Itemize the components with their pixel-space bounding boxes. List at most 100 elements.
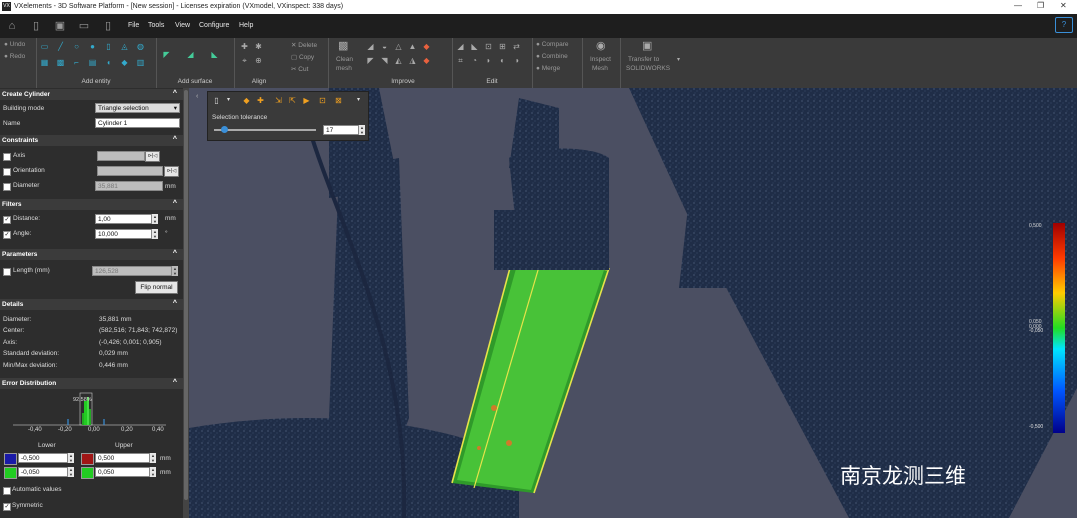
open-icon[interactable]: ▭ — [76, 18, 92, 34]
new-file-icon[interactable]: ▯ — [28, 18, 44, 34]
decimate-icon[interactable]: △ — [394, 42, 403, 51]
undo-button[interactable]: ● Undo — [4, 41, 25, 48]
upper-limit-spinner[interactable]: ▲ ▼ — [150, 453, 156, 463]
collapse-icon[interactable]: ^ — [173, 379, 177, 386]
inspect-mesh-icon[interactable]: ◉ — [596, 41, 606, 52]
polyline-icon[interactable]: ⌐ — [72, 58, 81, 67]
toolbar-dropdown-icon[interactable]: ▾ — [354, 96, 363, 105]
menu-view[interactable]: View — [175, 22, 190, 29]
transfer-dropdown-icon[interactable]: ▾ — [674, 56, 683, 65]
angle-spinner[interactable]: ▲ ▼ — [152, 229, 158, 239]
flip-icon[interactable]: ◮ — [408, 56, 417, 65]
edit-cut-icon[interactable]: ◣ — [470, 42, 479, 51]
upper-color-swatch[interactable] — [81, 453, 94, 465]
collapse-icon[interactable]: ^ — [173, 90, 177, 97]
upper-tolerance-spinner[interactable]: ▲ ▼ — [150, 467, 156, 477]
collapse-icon[interactable]: ^ — [173, 300, 177, 307]
line-icon[interactable]: ╱ — [56, 42, 65, 51]
surface-point-icon[interactable]: ▥ — [136, 58, 145, 67]
compare-button[interactable]: ● Compare — [536, 41, 568, 48]
tolerance-field[interactable]: 17 — [323, 125, 359, 135]
flip-normal-button[interactable]: Flip normal — [135, 281, 178, 294]
redo-button[interactable]: ● Redo — [4, 53, 25, 60]
align-entities-icon[interactable]: ✱ — [254, 42, 263, 51]
surface-patch-icon[interactable]: ◢ — [186, 50, 195, 59]
save-icon[interactable]: ▣ — [52, 18, 68, 34]
edit-thicken-icon[interactable]: ◐ — [498, 56, 507, 65]
remesh-icon[interactable]: ▲ — [408, 42, 417, 51]
cone-icon[interactable]: ◬ — [120, 42, 129, 51]
dot-icon[interactable]: ● — [88, 42, 97, 51]
grid-icon[interactable]: ▩ — [56, 58, 65, 67]
tolerance-spinner[interactable]: ▲ ▼ — [359, 125, 365, 135]
filters-header[interactable]: Filters ^ — [0, 199, 183, 210]
sphere-icon[interactable]: ◍ — [136, 42, 145, 51]
lower-tolerance-swatch[interactable] — [4, 467, 17, 479]
menu-configure[interactable]: Configure — [199, 22, 229, 29]
edit-fillet-icon[interactable]: ◗ — [484, 56, 493, 65]
edit-split-icon[interactable]: ◔ — [470, 56, 479, 65]
chat-icon[interactable]: ? — [1055, 17, 1073, 33]
constraints-header[interactable]: Constraints ^ — [0, 135, 183, 146]
align-manual-icon[interactable]: ⊕ — [254, 56, 263, 65]
upper-tolerance-swatch[interactable] — [81, 467, 94, 479]
boundary-icon[interactable]: ◆ — [422, 56, 431, 65]
surface-extrude-icon[interactable]: ◣ — [210, 50, 219, 59]
surface-fit-icon[interactable]: ◤ — [162, 50, 171, 59]
orientation-pick-button[interactable]: ⊳|◁ — [164, 166, 179, 177]
clear-selection-icon[interactable]: ⊠ — [334, 96, 343, 105]
merge-button[interactable]: ● Merge — [536, 65, 560, 72]
edit-transform-icon[interactable]: ⇄ — [512, 42, 521, 51]
orientation-field[interactable] — [97, 166, 163, 176]
select-surface-icon[interactable]: ◆ — [242, 96, 251, 105]
details-header[interactable]: Details ^ — [0, 299, 183, 310]
menu-tools[interactable]: Tools — [148, 22, 164, 29]
shrink-selection-icon[interactable]: ⇱ — [288, 96, 297, 105]
diameter-field[interactable]: 35,881 — [95, 181, 163, 191]
automatic-values-checkbox[interactable] — [3, 487, 11, 495]
tolerance-slider-track[interactable] — [214, 129, 316, 131]
orientation-checkbox[interactable] — [3, 168, 11, 176]
error-distribution-header[interactable]: Error Distribution ^ — [0, 378, 183, 389]
distance-field[interactable]: 1,00 — [95, 214, 152, 224]
diameter-checkbox[interactable] — [3, 183, 11, 191]
subdivide-icon[interactable]: ◭ — [394, 56, 403, 65]
axis-pick-button[interactable]: ⊳|◁ — [145, 151, 160, 162]
collapse-panel-icon[interactable]: ‹ — [196, 93, 198, 100]
edit-mirror-icon[interactable]: ⊞ — [498, 42, 507, 51]
invert-selection-icon[interactable]: ▶ — [302, 96, 311, 105]
panel-scrollbar-thumb[interactable] — [184, 90, 188, 500]
menu-file[interactable]: File — [128, 22, 139, 29]
combine-button[interactable]: ● Combine — [536, 53, 568, 60]
lower-limit-spinner[interactable]: ▲ ▼ — [68, 453, 74, 463]
lower-tolerance-field[interactable]: -0,050 — [18, 467, 68, 477]
grow-selection-icon[interactable]: ⇲ — [274, 96, 283, 105]
lower-limit-field[interactable]: -0,500 — [18, 453, 68, 463]
fill-holes-icon[interactable]: ◢ — [366, 42, 375, 51]
parameters-header[interactable]: Parameters ^ — [0, 249, 183, 260]
angle-checkbox[interactable]: ✓ — [3, 231, 11, 239]
length-spinner[interactable]: ▲ ▼ — [172, 266, 178, 276]
clean-mesh-icon[interactable]: ▩ — [338, 41, 348, 52]
edit-extrude-icon[interactable]: ◢ — [456, 42, 465, 51]
length-field[interactable]: 126,528 — [92, 266, 172, 276]
align-rps-icon[interactable]: ⌖ — [240, 56, 249, 65]
edit-merge-icon[interactable]: ◑ — [512, 56, 521, 65]
defeature-icon[interactable]: ◆ — [422, 42, 431, 51]
copy-button[interactable]: ▢ Copy — [291, 53, 314, 61]
rectangle-icon[interactable]: ▭ — [40, 42, 49, 51]
section-icon[interactable]: ▤ — [88, 58, 97, 67]
distance-spinner[interactable]: ▲ ▼ — [152, 214, 158, 224]
select-through-icon[interactable]: ✚ — [256, 96, 265, 105]
lasso-select-icon[interactable]: ▯ — [212, 96, 221, 105]
building-mode-select[interactable]: Triangle selection ▾ — [95, 103, 180, 113]
create-cylinder-header[interactable]: Create Cylinder ^ — [0, 89, 183, 100]
align-best-fit-icon[interactable]: ✚ — [240, 42, 249, 51]
3d-viewport[interactable]: 0,500 0,050 0,000 -0,050 -0,500 ‹ — [189, 88, 1077, 518]
cylinder-icon[interactable]: ▯ — [104, 42, 113, 51]
cut-button[interactable]: ✂ Cut — [291, 65, 308, 73]
patch-icon[interactable]: ◥ — [380, 56, 389, 65]
slot-icon[interactable]: ◖ — [104, 58, 113, 67]
collapse-icon[interactable]: ^ — [173, 200, 177, 207]
solidworks-icon[interactable]: ▣ — [642, 41, 652, 52]
